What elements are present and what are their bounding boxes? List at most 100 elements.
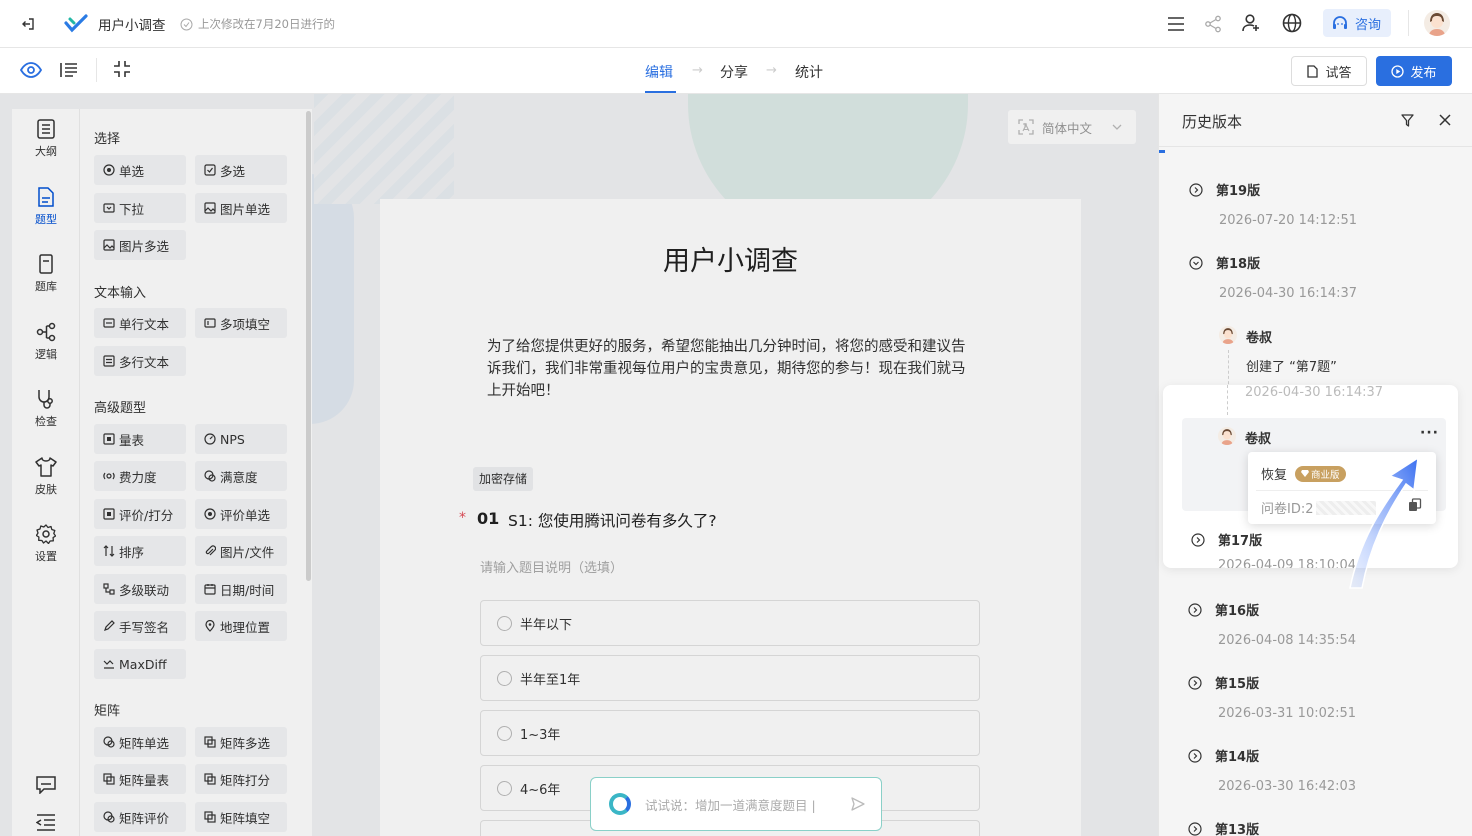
- publish-button[interactable]: 发布: [1376, 56, 1452, 86]
- qtype-label: 费力度: [119, 469, 157, 485]
- version-19[interactable]: 第19版 2026-07-20 14:12:51: [1189, 180, 1357, 228]
- nav-bank[interactable]: 题库: [12, 244, 80, 304]
- qtype-nps[interactable]: NPS: [195, 424, 287, 454]
- option-item[interactable]: 1~3年: [480, 710, 980, 756]
- qtype-rating[interactable]: 评价/打分: [94, 499, 186, 529]
- outline-list-icon[interactable]: [57, 58, 81, 82]
- nav-bank-label: 题库: [35, 280, 57, 293]
- app-logo-icon: [63, 11, 89, 37]
- avatar[interactable]: [1424, 10, 1450, 36]
- qtype-matrix-scale[interactable]: 矩阵量表: [94, 764, 186, 794]
- version-13[interactable]: 第13版: [1188, 819, 1259, 836]
- question-desc-input[interactable]: 请输入题目说明（选填）: [480, 557, 623, 576]
- qtype-matrix-score[interactable]: 矩阵打分: [195, 764, 287, 794]
- survey-intro[interactable]: 为了给您提供更好的服务，希望您能抽出几分钟时间，将您的感受和建议告诉我们，我们非…: [487, 336, 973, 402]
- qtype-effort[interactable]: 费力度: [94, 461, 186, 491]
- restore-option[interactable]: 恢复 商业版: [1261, 464, 1346, 483]
- version-15[interactable]: 第15版 2026-03-31 10:02:51: [1188, 673, 1356, 721]
- qtype-multi-text[interactable]: 多行文本: [94, 346, 186, 376]
- qtype-maxdiff[interactable]: MaxDiff: [94, 649, 186, 679]
- send-icon[interactable]: [851, 797, 865, 811]
- nav-skin-label: 皮肤: [35, 483, 57, 496]
- qtype-matrix-rating[interactable]: 矩阵评价: [94, 802, 186, 832]
- section-title: 选择: [94, 132, 121, 147]
- qtype-image-multi[interactable]: 图片多选: [94, 230, 186, 260]
- qtype-matrix-single[interactable]: 矩阵单选: [94, 727, 186, 757]
- qtype-file[interactable]: 图片/文件: [195, 536, 287, 566]
- qtype-cascade[interactable]: 多级联动: [94, 574, 186, 604]
- consult-label: 咨询: [1355, 17, 1382, 33]
- section-title: 文本输入: [94, 286, 147, 301]
- palette-scrollbar[interactable]: [306, 111, 311, 581]
- version-18[interactable]: 第18版 2026-04-30 16:14:37: [1189, 253, 1357, 301]
- preview-button[interactable]: 试答: [1291, 56, 1367, 86]
- qtype-multi[interactable]: 多选: [195, 155, 287, 185]
- consult-button[interactable]: 咨询: [1323, 9, 1391, 37]
- translate-icon: [1018, 119, 1034, 135]
- section-title: 矩阵: [94, 704, 121, 719]
- preview-eye-icon[interactable]: [19, 58, 43, 82]
- qtype-matrix-multi[interactable]: 矩阵多选: [195, 727, 287, 757]
- qtype-label: 评价/打分: [119, 507, 174, 523]
- nav-settings[interactable]: 设置: [12, 514, 80, 574]
- scroll-indicator: [1159, 150, 1165, 153]
- version-17[interactable]: 第17版: [1191, 530, 1262, 549]
- qtype-label: 日期/时间: [220, 582, 275, 598]
- qtype-multi-fill[interactable]: 多项填空: [195, 308, 287, 338]
- qtype-dropdown[interactable]: 下拉: [94, 193, 186, 223]
- collapse-icon[interactable]: [110, 57, 134, 81]
- outline-icon: [37, 119, 55, 139]
- tab-share[interactable]: 分享: [720, 62, 748, 82]
- qtype-single[interactable]: 单选: [94, 155, 186, 185]
- qtype-single-text[interactable]: 单行文本: [94, 308, 186, 338]
- menu-icon[interactable]: [1164, 12, 1188, 36]
- version-14[interactable]: 第14版 2026-03-30 16:42:03: [1188, 746, 1356, 794]
- ai-assistant-bar[interactable]: 试试说：增加一道满意度题目 |: [590, 777, 882, 831]
- ai-input-placeholder[interactable]: 试试说：增加一道满意度题目 |: [645, 795, 851, 814]
- qtype-satisfaction[interactable]: 满意度: [195, 461, 287, 491]
- qtype-sort[interactable]: 排序: [94, 536, 186, 566]
- left-nav: 大纲 题型 题库 逻辑 检查 皮肤 设置: [12, 109, 80, 836]
- collapse-nav-button[interactable]: [12, 807, 80, 836]
- question-title[interactable]: S1: 您使用腾讯问卷有多久了?: [508, 509, 717, 531]
- last-modified: 上次修改在7月20日进行的: [180, 16, 335, 32]
- filter-icon[interactable]: [1397, 110, 1417, 130]
- tab-stats[interactable]: 统计: [795, 62, 823, 82]
- survey-id-text: 问卷ID:2: [1261, 502, 1314, 517]
- option-item[interactable]: 半年以下: [480, 600, 980, 646]
- language-globe-icon[interactable]: [1280, 11, 1304, 35]
- version-label: 第18版: [1216, 257, 1261, 272]
- restore-label: 恢复: [1261, 468, 1288, 483]
- qtype-rating-single[interactable]: 评价单选: [195, 499, 287, 529]
- version-date: 2026-03-30 16:42:03: [1218, 779, 1357, 794]
- qtype-image-single[interactable]: 图片单选: [195, 193, 287, 223]
- option-label: 半年以下: [520, 617, 573, 633]
- qtype-location[interactable]: 地理位置: [195, 611, 287, 641]
- tab-edit[interactable]: 编辑: [645, 62, 673, 82]
- qtype-matrix-fill[interactable]: 矩阵填空: [195, 802, 287, 832]
- back-icon[interactable]: [18, 14, 38, 34]
- nav-logic[interactable]: 逻辑: [12, 312, 80, 372]
- version-date: 2026-04-30 16:14:37: [1219, 286, 1358, 301]
- version-16[interactable]: 第16版 2026-04-08 14:35:54: [1188, 600, 1356, 648]
- option-item[interactable]: 半年至1年: [480, 655, 980, 701]
- document-icon: [1307, 64, 1319, 78]
- more-icon[interactable]: ···: [1420, 425, 1439, 441]
- chevron-right-circle-icon: [1191, 532, 1205, 547]
- nav-check[interactable]: 检查: [12, 379, 80, 439]
- qtype-datetime[interactable]: 日期/时间: [195, 574, 287, 604]
- add-collaborator-icon[interactable]: [1239, 11, 1263, 35]
- qtype-scale[interactable]: 量表: [94, 424, 186, 454]
- share-icon[interactable]: [1201, 12, 1225, 36]
- diamond-icon: [1301, 470, 1310, 477]
- survey-title[interactable]: 用户小调查: [98, 14, 166, 34]
- survey-heading[interactable]: 用户小调查: [380, 239, 1081, 278]
- close-icon[interactable]: [1435, 110, 1455, 130]
- qtype-label: 图片多选: [119, 238, 170, 254]
- feedback-button[interactable]: [12, 769, 80, 801]
- qtype-signature[interactable]: 手写签名: [94, 611, 186, 641]
- nav-skin[interactable]: 皮肤: [12, 447, 80, 507]
- nav-types[interactable]: 题型: [12, 177, 80, 237]
- nav-outline[interactable]: 大纲: [12, 109, 80, 169]
- language-select[interactable]: 简体中文: [1008, 110, 1136, 144]
